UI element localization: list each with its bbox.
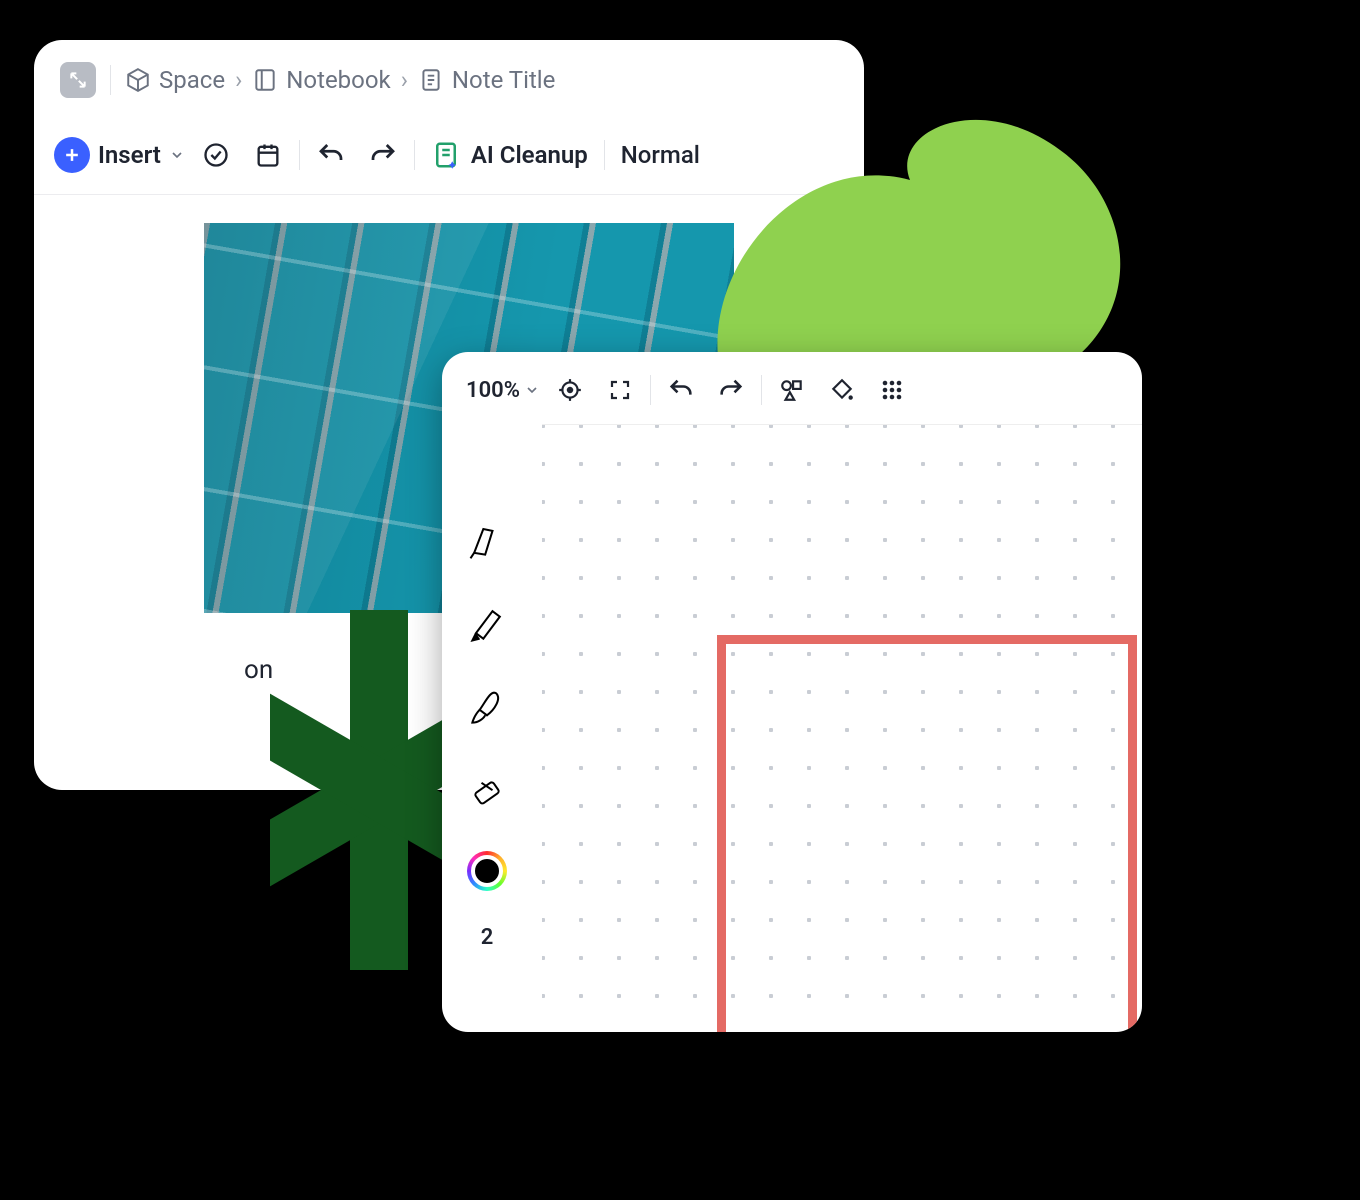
- ai-cleanup-label: AI Cleanup: [471, 141, 588, 169]
- expand-icon: [68, 70, 88, 90]
- eraser-tool[interactable]: [462, 767, 512, 817]
- chevron-right-icon: ›: [401, 66, 408, 94]
- divider: [299, 140, 300, 170]
- expand-window-button[interactable]: [60, 62, 96, 98]
- calendar-button[interactable]: [247, 134, 289, 176]
- insert-label: Insert: [98, 141, 161, 169]
- fullscreen-button[interactable]: [600, 370, 640, 410]
- canvas-redo-button[interactable]: [711, 370, 751, 410]
- undo-icon: [667, 376, 695, 404]
- redo-icon: [368, 140, 398, 170]
- grid-icon: [880, 378, 904, 402]
- check-circle-icon: [202, 141, 230, 169]
- ai-cleanup-button[interactable]: AI Cleanup: [425, 140, 594, 170]
- note-icon: [418, 67, 444, 93]
- brush-tool[interactable]: [462, 683, 512, 733]
- divider: [110, 65, 111, 95]
- color-picker[interactable]: [462, 851, 512, 891]
- note-topbar: Space › Notebook › Note Title: [34, 40, 864, 116]
- pen-tool[interactable]: [462, 515, 512, 565]
- notebook-icon: [252, 67, 278, 93]
- fill-button[interactable]: [822, 370, 862, 410]
- breadcrumb-note-label: Note Title: [452, 66, 555, 94]
- highlighter-tool[interactable]: [462, 599, 512, 649]
- undo-button[interactable]: [310, 134, 352, 176]
- breadcrumb: Space › Notebook › Note Title: [125, 66, 555, 94]
- divider: [650, 375, 651, 405]
- breadcrumb-note[interactable]: Note Title: [418, 66, 555, 94]
- chevron-right-icon: ›: [235, 66, 242, 94]
- breadcrumb-space[interactable]: Space: [125, 66, 225, 94]
- fullscreen-icon: [608, 378, 632, 402]
- canvas-toolbar: 100%: [442, 352, 1142, 424]
- zoom-dropdown[interactable]: 100%: [466, 378, 540, 403]
- chevron-down-icon: [524, 382, 540, 398]
- body-text-fragment: on: [244, 655, 273, 685]
- canvas-area[interactable]: 2: [542, 424, 1142, 1032]
- apps-button[interactable]: [872, 370, 912, 410]
- eraser-icon: [465, 770, 509, 814]
- tool-rail: 2: [452, 515, 522, 950]
- cube-icon: [125, 67, 151, 93]
- shapes-button[interactable]: [772, 370, 812, 410]
- paint-bucket-icon: [829, 377, 855, 403]
- breadcrumb-notebook[interactable]: Notebook: [252, 66, 390, 94]
- stroke-width-value[interactable]: 2: [481, 925, 494, 950]
- pen-icon: [465, 518, 509, 562]
- divider: [761, 375, 762, 405]
- task-button[interactable]: [195, 134, 237, 176]
- plus-icon: [54, 137, 90, 173]
- brush-icon: [465, 686, 509, 730]
- divider: [414, 140, 415, 170]
- shapes-icon: [779, 377, 805, 403]
- recenter-button[interactable]: [550, 370, 590, 410]
- divider: [604, 140, 605, 170]
- zoom-value: 100%: [466, 378, 520, 403]
- breadcrumb-notebook-label: Notebook: [286, 66, 390, 94]
- color-ring-icon: [467, 851, 507, 891]
- drawn-rectangle[interactable]: [717, 635, 1137, 1032]
- canvas-app-window: 100%: [442, 352, 1142, 1032]
- canvas-undo-button[interactable]: [661, 370, 701, 410]
- chevron-down-icon: [169, 147, 185, 163]
- highlighter-icon: [465, 602, 509, 646]
- breadcrumb-space-label: Space: [159, 66, 225, 94]
- calendar-icon: [254, 141, 282, 169]
- insert-button[interactable]: Insert: [54, 137, 185, 173]
- undo-icon: [316, 140, 346, 170]
- ai-note-icon: [431, 140, 461, 170]
- redo-button[interactable]: [362, 134, 404, 176]
- redo-icon: [717, 376, 745, 404]
- crosshair-icon: [557, 377, 583, 403]
